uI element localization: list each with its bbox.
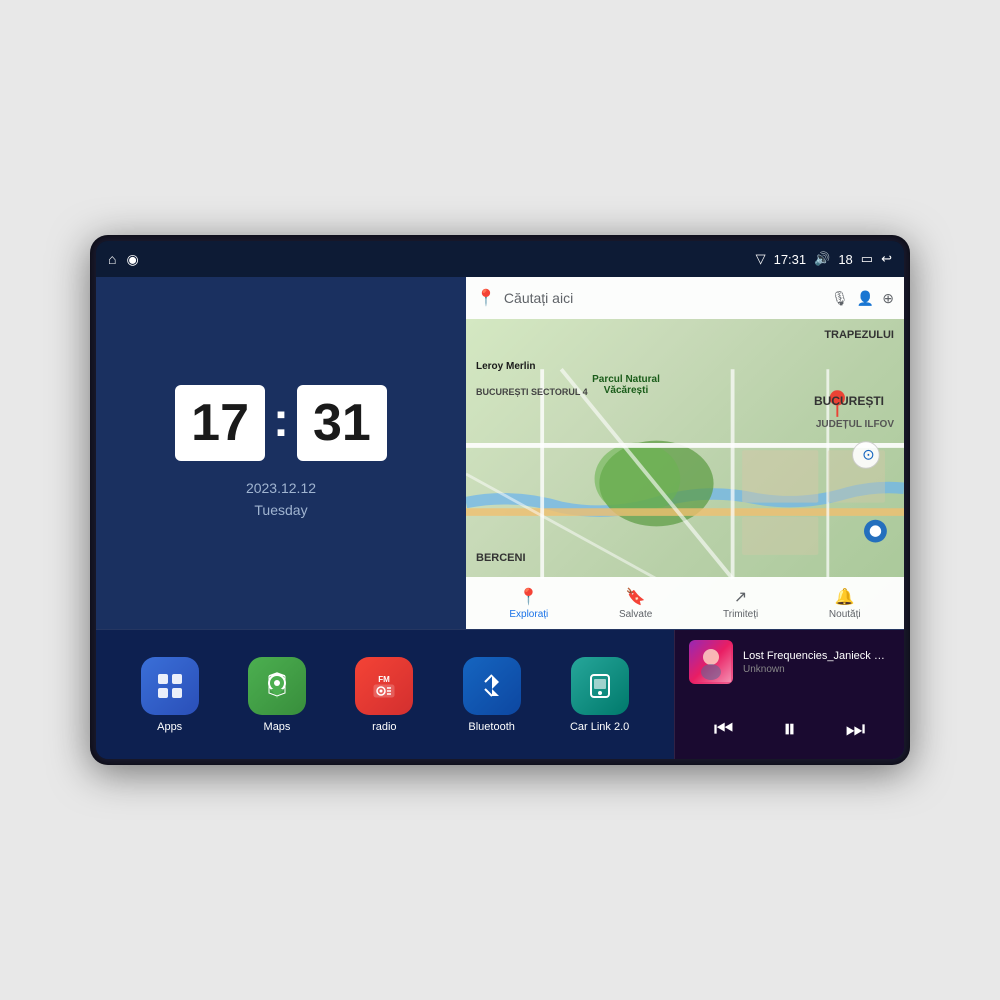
signal-icon: ▽: [756, 251, 766, 267]
leroy-label: Leroy Merlin: [476, 361, 535, 372]
clock-widget: 17 : 31 2023.12.12 Tuesday: [96, 277, 466, 629]
status-left-icons: ⌂ ◉: [108, 251, 139, 268]
top-section: 17 : 31 2023.12.12 Tuesday 📍 Căutați aic…: [96, 277, 904, 629]
map-search-bar[interactable]: 📍 Căutați aici 🎙 👤 ⊕: [466, 277, 904, 319]
nav-explorați[interactable]: 📍 Explorați: [509, 587, 548, 620]
app-grid: Apps Maps: [96, 630, 674, 759]
map-bottom-bar: 📍 Explorați 🔖 Salvate ↗ Trimiteți 🔔: [466, 577, 904, 629]
screen: ⌂ ◉ ▽ 17:31 🔊 18 ▭ ↩ 17 : 31: [96, 241, 904, 759]
nav-noutati-label: Noutăți: [829, 609, 861, 620]
radio-icon-img: FM: [355, 657, 413, 715]
explore-icon: 📍: [519, 587, 539, 607]
music-info: Lost Frequencies_Janieck Devy-... Unknow…: [743, 650, 890, 675]
bluetooth-app-icon[interactable]: Bluetooth: [463, 657, 521, 733]
clock-display: 17 : 31: [175, 385, 387, 461]
map-search-icons: 🎙 👤 ⊕: [831, 290, 894, 307]
nav-salvate-label: Salvate: [619, 609, 652, 620]
car-display: ⌂ ◉ ▽ 17:31 🔊 18 ▭ ↩ 17 : 31: [90, 235, 910, 765]
music-player: Lost Frequencies_Janieck Devy-... Unknow…: [674, 630, 904, 759]
svg-text:⊙: ⊙: [862, 447, 875, 464]
map-search-text[interactable]: Căutați aici: [504, 290, 823, 306]
account-icon[interactable]: 👤: [857, 290, 874, 307]
volume-level: 18: [838, 252, 852, 267]
music-artist: Unknown: [743, 664, 890, 675]
music-top: Lost Frequencies_Janieck Devy-... Unknow…: [689, 640, 890, 684]
nav-salvate[interactable]: 🔖 Salvate: [619, 587, 652, 620]
battery-icon: ▭: [861, 251, 873, 267]
bucuresti-label: BUCUREȘTI: [814, 394, 884, 408]
status-right-info: ▽ 17:31 🔊 18 ▭ ↩: [756, 251, 892, 267]
map-pin-icon: 📍: [476, 288, 496, 308]
maps-app-icon[interactable]: Maps: [248, 657, 306, 733]
carlink-app-icon[interactable]: Car Link 2.0: [570, 657, 629, 733]
next-button[interactable]: ⏭: [837, 712, 873, 746]
back-icon[interactable]: ↩: [881, 251, 892, 267]
prev-button[interactable]: ⏮: [706, 712, 742, 746]
apps-label: Apps: [157, 721, 182, 733]
clock-date: 2023.12.12 Tuesday: [246, 477, 316, 522]
sector4-label: BUCUREȘTI SECTORUL 4: [476, 387, 588, 397]
news-icon: 🔔: [835, 587, 855, 607]
volume-icon: 🔊: [814, 251, 830, 267]
share-icon: ↗: [734, 587, 747, 607]
nav-trimiteti[interactable]: ↗ Trimiteți: [723, 587, 758, 620]
main-content: 17 : 31 2023.12.12 Tuesday 📍 Căutați aic…: [96, 277, 904, 759]
more-icon[interactable]: ⊕: [882, 290, 894, 307]
clock-hour: 17: [175, 385, 265, 461]
judet-label: JUDEȚUL ILFOV: [816, 419, 894, 430]
music-thumbnail: [689, 640, 733, 684]
radio-label: radio: [372, 721, 396, 733]
home-icon[interactable]: ⌂: [108, 251, 116, 267]
maps-icon-img: [248, 657, 306, 715]
parc-label: Parcul Natural Văcărești: [581, 374, 671, 396]
music-title: Lost Frequencies_Janieck Devy-...: [743, 650, 890, 662]
nav-trimiteti-label: Trimiteți: [723, 609, 758, 620]
apps-icon-img: [141, 657, 199, 715]
bt-icon-img: [463, 657, 521, 715]
carlink-label: Car Link 2.0: [570, 721, 629, 733]
svg-text:FM: FM: [379, 675, 391, 684]
play-pause-button[interactable]: ⏸: [775, 709, 804, 749]
nav-explora-label: Explorați: [509, 609, 548, 620]
maps-icon[interactable]: ◉: [126, 251, 138, 268]
music-controls: ⏮ ⏸ ⏭: [689, 709, 890, 749]
clock-minute: 31: [297, 385, 387, 461]
trapezului-label: TRAPEZULUI: [824, 329, 894, 341]
radio-app-icon[interactable]: FM radio: [355, 657, 413, 733]
carlink-icon-img: [571, 657, 629, 715]
map-widget[interactable]: 📍 Căutați aici 🎙 👤 ⊕: [466, 277, 904, 629]
nav-noutati[interactable]: 🔔 Noutăți: [829, 587, 861, 620]
bluetooth-label: Bluetooth: [468, 721, 514, 733]
clock-colon: :: [273, 393, 289, 448]
berceni-label: BERCENI: [476, 552, 526, 564]
maps-label: Maps: [264, 721, 291, 733]
status-time: 17:31: [774, 252, 807, 267]
saved-icon: 🔖: [626, 587, 646, 607]
bottom-section: Apps Maps: [96, 629, 904, 759]
apps-icon[interactable]: Apps: [141, 657, 199, 733]
status-bar: ⌂ ◉ ▽ 17:31 🔊 18 ▭ ↩: [96, 241, 904, 277]
mic-icon[interactable]: 🎙: [831, 290, 849, 307]
